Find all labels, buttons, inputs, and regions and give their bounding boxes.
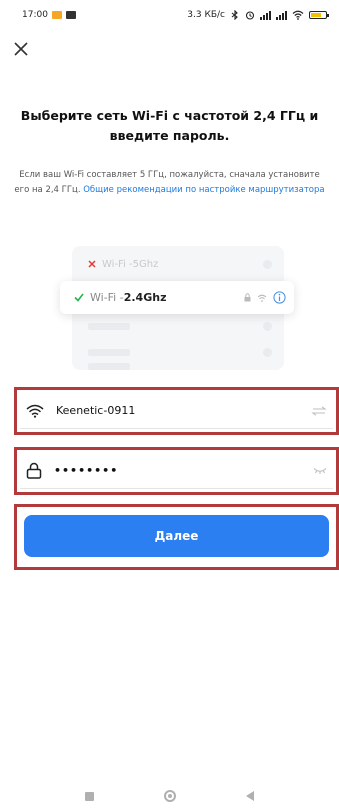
status-right: 3.3 КБ/с	[187, 10, 329, 20]
placeholder-icon	[263, 347, 272, 357]
status-time: 17:00	[22, 10, 48, 20]
battery-icon	[309, 11, 329, 19]
placeholder-row	[72, 340, 284, 364]
placeholder-row	[72, 314, 284, 338]
placeholder-bar	[88, 322, 130, 330]
status-left: 17:00	[22, 10, 76, 20]
password-value[interactable]: ••••••••	[54, 464, 313, 477]
password-field-highlight: ••••••••	[14, 447, 339, 495]
x-mark-icon	[88, 260, 96, 268]
lock-icon	[26, 462, 42, 479]
bluetooth-icon	[231, 10, 238, 20]
close-icon[interactable]	[14, 42, 28, 56]
wifi-icon	[292, 10, 304, 20]
back-icon[interactable]	[246, 791, 254, 801]
row-icons	[263, 259, 272, 269]
network-name-prefix: Wi-Fi -	[102, 258, 133, 270]
placeholder-row	[72, 362, 284, 370]
next-button[interactable]: Далее	[24, 515, 329, 557]
notification-icon	[51, 11, 62, 19]
navigation-bar	[0, 781, 339, 811]
wifi-icon	[257, 294, 267, 302]
ssid-field[interactable]: Keenetic-0911	[20, 393, 333, 429]
info-icon	[273, 291, 286, 304]
ssid-field-highlight: Keenetic-0911	[14, 387, 339, 435]
description: Если ваш Wi-Fi составляет 5 ГГц, пожалуй…	[14, 168, 325, 198]
checkmark-icon	[74, 293, 84, 302]
status-bar: 17:00 3.3 КБ/с	[0, 0, 339, 30]
lock-icon	[244, 293, 251, 302]
network-card-24ghz: Wi-Fi - 2.4Ghz	[60, 281, 294, 314]
home-icon[interactable]	[164, 790, 176, 802]
eye-closed-icon[interactable]	[313, 467, 327, 475]
wifi-icon	[26, 404, 44, 418]
signal-icon	[260, 10, 271, 20]
network-row-5ghz: Wi-Fi - 5Ghz	[72, 252, 284, 276]
password-field[interactable]: ••••••••	[20, 453, 333, 489]
swap-icon[interactable]	[311, 405, 327, 416]
close-button[interactable]	[10, 38, 32, 60]
router-guide-link[interactable]: Общие рекомендации по настройке маршрути…	[83, 185, 324, 195]
card-icons	[244, 291, 286, 304]
placeholder-icon	[263, 259, 272, 269]
recent-apps-icon[interactable]	[85, 791, 94, 801]
network-speed: 3.3 КБ/с	[187, 10, 225, 20]
network-name-prefix: Wi-Fi -	[90, 291, 124, 304]
row-icons	[263, 347, 272, 357]
ssid-value[interactable]: Keenetic-0911	[56, 404, 311, 417]
signal-icon	[276, 10, 287, 20]
alarm-icon	[245, 11, 255, 20]
network-band: 5Ghz	[132, 258, 159, 270]
row-icons	[263, 321, 272, 331]
placeholder-bar	[88, 362, 130, 370]
placeholder-icon	[263, 321, 272, 331]
gallery-icon	[65, 11, 76, 19]
page-title: Выберите сеть Wi-Fi с частотой 2,4 ГГц и…	[20, 108, 319, 143]
network-band: 2.4Ghz	[123, 291, 167, 304]
next-button-highlight: Далее	[14, 504, 339, 570]
placeholder-bar	[88, 348, 130, 356]
